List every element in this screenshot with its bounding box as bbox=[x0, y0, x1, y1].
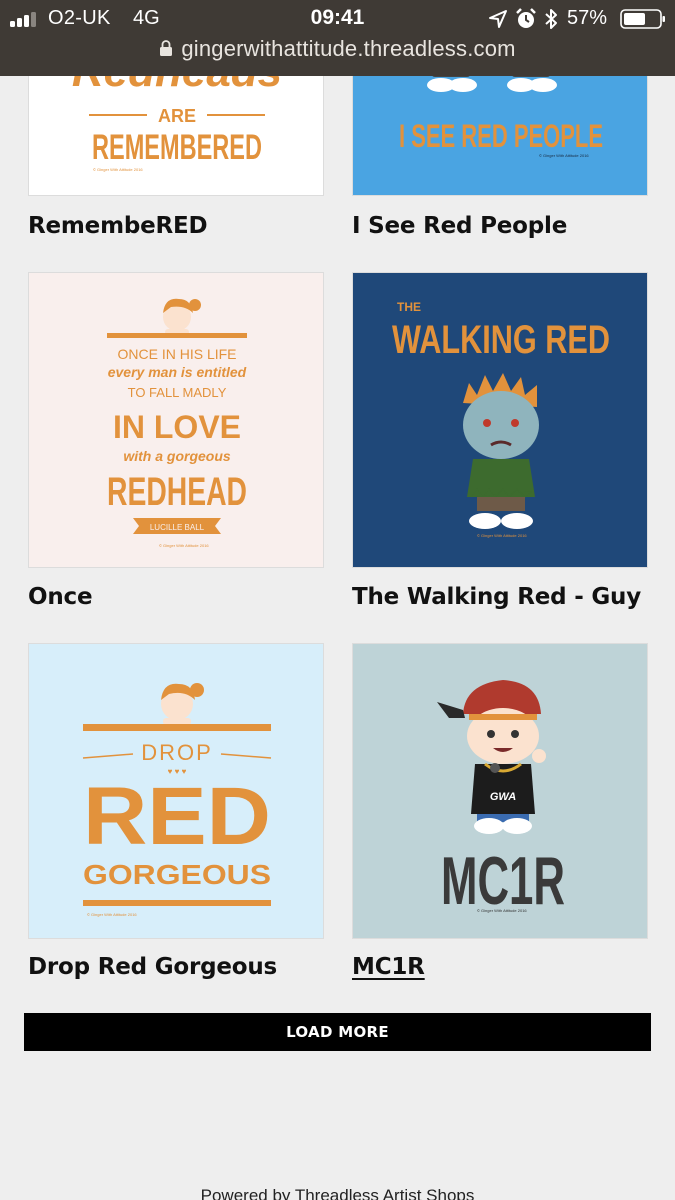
art-text: ONCE IN HIS LIFE bbox=[117, 346, 236, 362]
art-text: GWA bbox=[490, 791, 516, 803]
art-text: I SEE RED PEOPLE bbox=[399, 118, 603, 154]
art-credit: © Ginger With Attitude 2016 bbox=[477, 533, 527, 538]
art-text: WALKING RED bbox=[392, 318, 610, 362]
art-text: TO FALL MADLY bbox=[128, 385, 227, 400]
product-title[interactable]: Once bbox=[28, 584, 93, 610]
product-image[interactable]: THE WALKING RED © Ginger With Attitude 2… bbox=[352, 272, 648, 568]
product-title[interactable]: Drop Red Gorgeous bbox=[28, 954, 277, 980]
battery-icon bbox=[620, 9, 665, 29]
product-title[interactable]: I See Red People bbox=[352, 213, 567, 239]
status-and-url-bar: O2-UK 4G 09:41 57% gingerwithattitude.th… bbox=[0, 0, 675, 76]
product-image[interactable]: ONCE IN HIS LIFE every man is entitled T… bbox=[28, 272, 324, 568]
art-text: REMEMBERED bbox=[92, 128, 262, 167]
rapper-character-illustration bbox=[437, 680, 546, 834]
address-bar[interactable]: gingerwithattitude.threadless.com bbox=[0, 36, 675, 68]
product-title-link[interactable]: MC1R bbox=[352, 954, 425, 980]
lock-icon bbox=[160, 40, 173, 56]
art-text: DROP bbox=[141, 740, 213, 765]
art-text: GORGEOUS bbox=[83, 859, 271, 890]
zombie-character-illustration bbox=[463, 373, 539, 529]
art-text: with a gorgeous bbox=[123, 448, 231, 464]
load-more-button[interactable]: LOAD MORE bbox=[24, 1013, 651, 1051]
art-text: REDHEAD bbox=[107, 470, 247, 514]
art-credit: © Ginger With Attitude 2016 bbox=[87, 912, 137, 917]
art-text: THE bbox=[397, 300, 421, 314]
art-text: ARE bbox=[158, 106, 196, 126]
art-text: every man is entitled bbox=[108, 364, 247, 380]
alarm-clock-icon bbox=[516, 8, 536, 28]
url-text: gingerwithattitude.threadless.com bbox=[181, 36, 516, 61]
product-image[interactable]: GWA MC1R © Ginger With Attitude 2016 bbox=[352, 643, 648, 939]
art-credit: © Ginger With Attitude 2016 bbox=[93, 167, 143, 172]
art-text: IN LOVE bbox=[113, 409, 241, 445]
location-arrow-icon bbox=[489, 10, 507, 28]
product-image[interactable]: DROP ♥ ♥ ♥ RED GORGEOUS © Ginger With At… bbox=[28, 643, 324, 939]
art-text: LUCILLE BALL bbox=[150, 523, 205, 532]
redhead-girl-illustration bbox=[163, 298, 201, 335]
bluetooth-icon bbox=[545, 9, 557, 29]
battery-percent: 57% bbox=[567, 7, 608, 29]
art-credit: © Ginger With Attitude 2016 bbox=[477, 908, 527, 913]
art-credit: © Ginger With Attitude 2016 bbox=[539, 153, 589, 158]
status-bar: O2-UK 4G 09:41 57% bbox=[0, 0, 675, 38]
redhead-girl-illustration bbox=[161, 683, 204, 725]
product-title[interactable]: The Walking Red - Guy bbox=[352, 584, 641, 610]
art-text: RED bbox=[83, 771, 271, 862]
powered-by-footer[interactable]: Powered by Threadless Artist Shops bbox=[0, 1186, 675, 1200]
art-credit: © Ginger With Attitude 2016 bbox=[159, 543, 209, 548]
product-title[interactable]: RemembeRED bbox=[28, 213, 208, 239]
